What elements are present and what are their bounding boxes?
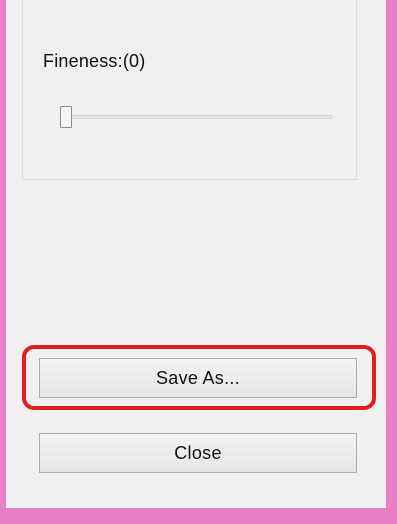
- save-as-button[interactable]: Save As...: [39, 358, 357, 398]
- close-button-label: Close: [174, 442, 222, 463]
- fineness-slider-thumb[interactable]: [60, 106, 72, 128]
- fineness-groupbox: [22, 0, 357, 180]
- close-button[interactable]: Close: [39, 433, 357, 473]
- fineness-slider-track[interactable]: [61, 115, 332, 119]
- save-as-button-label: Save As...: [155, 367, 241, 388]
- fineness-label: Fineness:(0): [43, 51, 146, 71]
